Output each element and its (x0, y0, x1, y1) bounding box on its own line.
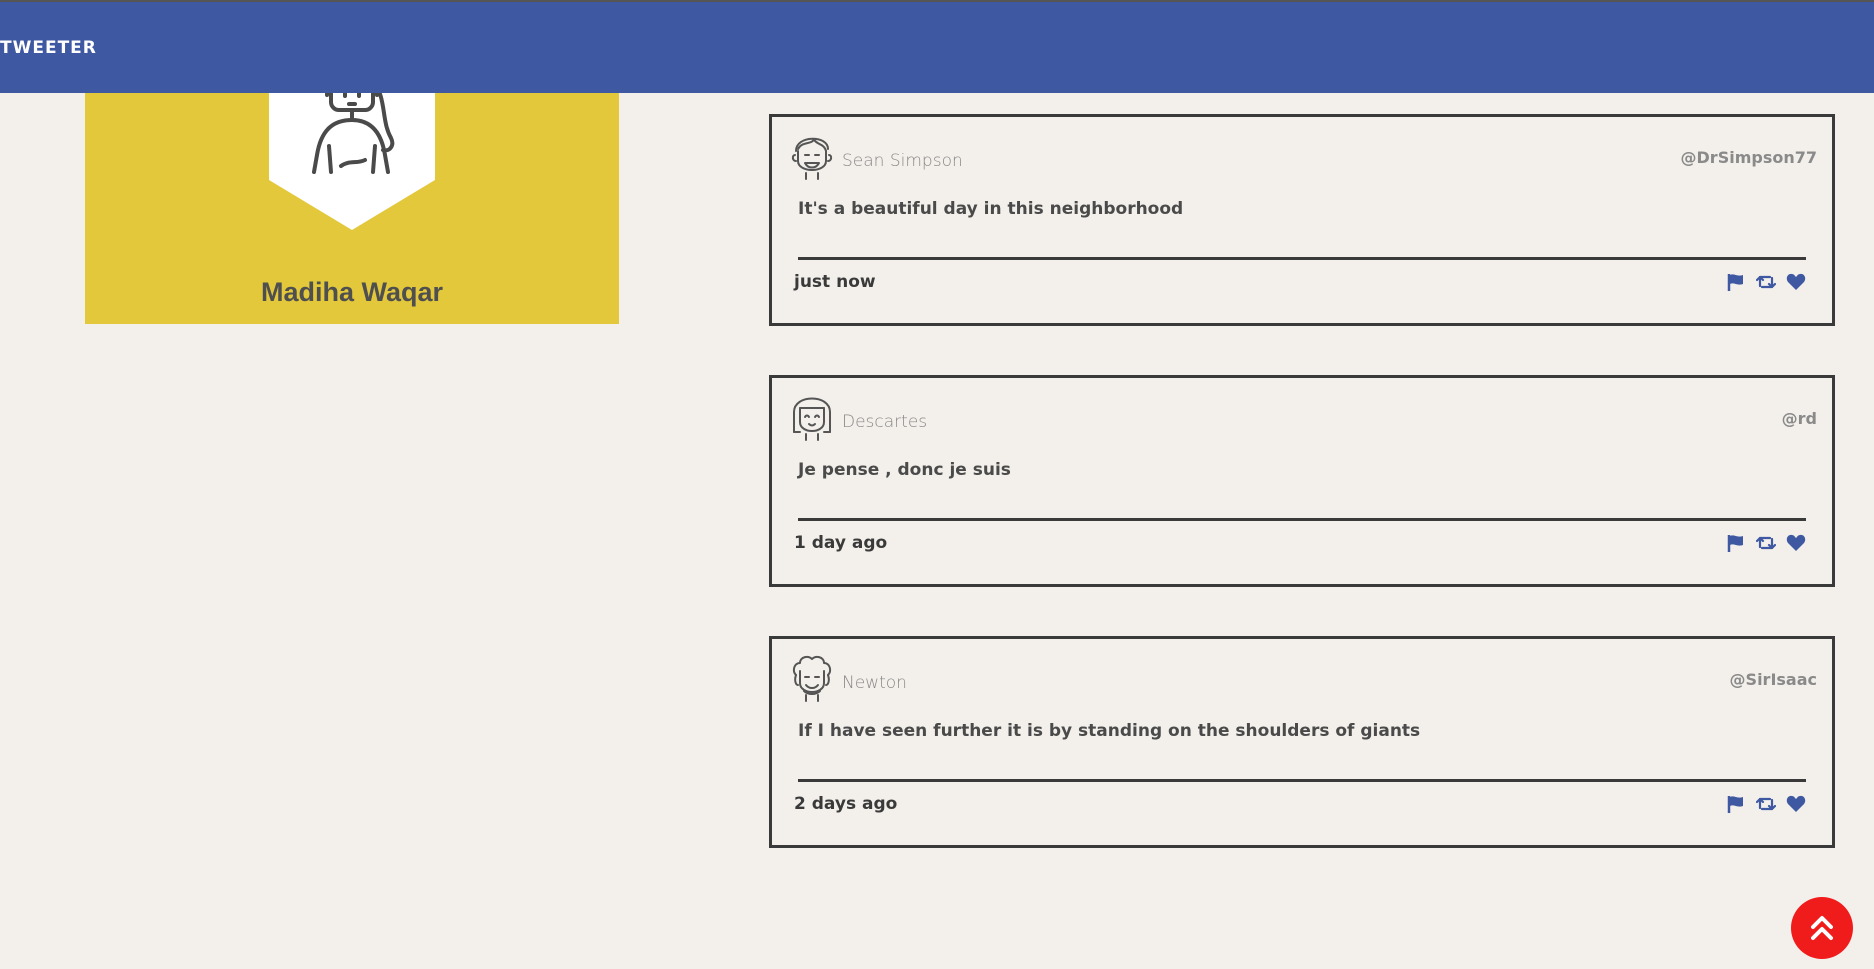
double-chevron-up-icon (1807, 913, 1837, 943)
tweet-actions (1726, 272, 1806, 292)
retweet-icon[interactable] (1756, 533, 1776, 553)
flag-icon[interactable] (1726, 794, 1746, 814)
tweet-timestamp: 1 day ago (794, 533, 888, 553)
tweet-divider (798, 518, 1806, 521)
heart-icon[interactable] (1786, 533, 1806, 553)
retweet-icon[interactable] (1756, 272, 1776, 292)
tweet-handle[interactable]: @SirIsaac (1730, 670, 1817, 689)
curly-hair-avatar-icon (790, 653, 834, 703)
tweet-timestamp: 2 days ago (794, 794, 898, 814)
tweet-content: Je pense , donc je suis (798, 460, 1011, 480)
tweet-author: Newton (842, 673, 907, 693)
tweet-content: If I have seen further it is by standing… (798, 721, 1421, 741)
tweet-card: Descartes @rd Je pense , donc je suis 1 … (769, 375, 1835, 587)
flag-icon[interactable] (1726, 272, 1746, 292)
tweet-author: Descartes (842, 412, 928, 432)
tweet-author: Sean Simpson (842, 151, 963, 171)
brand-logo[interactable]: TWEETER (0, 38, 97, 58)
tweet-handle[interactable]: @DrSimpson77 (1681, 148, 1817, 167)
retweet-icon[interactable] (1756, 794, 1776, 814)
navbar: TWEETER (0, 2, 1874, 93)
scroll-to-top-button[interactable] (1791, 897, 1853, 959)
tweet-card: Sean Simpson @DrSimpson77 It's a beautif… (769, 114, 1835, 326)
man-avatar-icon (790, 131, 834, 181)
profile-card: Madiha Waqar (85, 60, 619, 324)
tweet-actions (1726, 533, 1806, 553)
heart-icon[interactable] (1786, 272, 1806, 292)
tweet-divider (798, 257, 1806, 260)
tweet-content: It's a beautiful day in this neighborhoo… (798, 199, 1184, 219)
heart-icon[interactable] (1786, 794, 1806, 814)
tweet-handle[interactable]: @rd (1782, 409, 1817, 428)
tweet-actions (1726, 794, 1806, 814)
tweet-divider (798, 779, 1806, 782)
flag-icon[interactable] (1726, 533, 1746, 553)
tweet-timestamp: just now (794, 272, 876, 292)
profile-name: Madiha Waqar (260, 277, 444, 307)
woman-avatar-icon (790, 392, 834, 442)
tweet-card: Newton @SirIsaac If I have seen further … (769, 636, 1835, 848)
